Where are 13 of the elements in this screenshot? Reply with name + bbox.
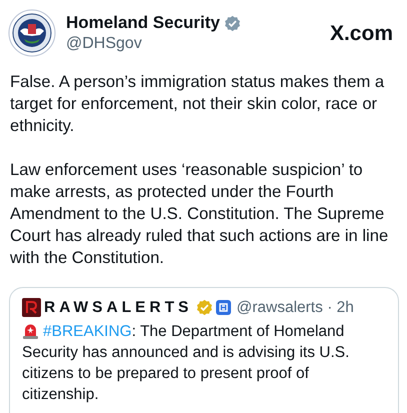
seal-icon [8, 9, 56, 57]
affiliate-icon [216, 300, 230, 315]
post-text: False. A person’s immigration status makes them a target for enforcement, not their skin color, race or ethnicity. [10, 71, 386, 137]
siren-icon [22, 322, 39, 339]
quoted-account-name[interactable]: RAWSALERTS [44, 298, 192, 316]
account-name[interactable]: Homeland Security [66, 13, 220, 33]
quoted-handle-time: @rawsalerts · 2h [236, 298, 354, 316]
account-handle[interactable]: @DHSgov [66, 35, 320, 53]
site-label: X.com [330, 22, 393, 46]
post-text: Law enforcement uses ‘reasonable suspicion’ to make arrests, as protected under the Fourth Amendment to the U.S. Constitution. The Supreme Court has already ruled that such actions are in line with the Constitution. [10, 159, 390, 269]
quoted-post-text: #BREAKING: The Department of Homeland Security has announced and is advising its U.S. citizens to be prepared to present proof of citizenship. [22, 321, 350, 405]
logo-icon [22, 298, 41, 317]
quoted-post-card[interactable]: RAWSALERTS @rawsalerts · 2h #BREAKING: The Department of Homeland Security has announced and is advising its U.S. citizens to be prepared to present proof of citizenship. [9, 287, 399, 413]
